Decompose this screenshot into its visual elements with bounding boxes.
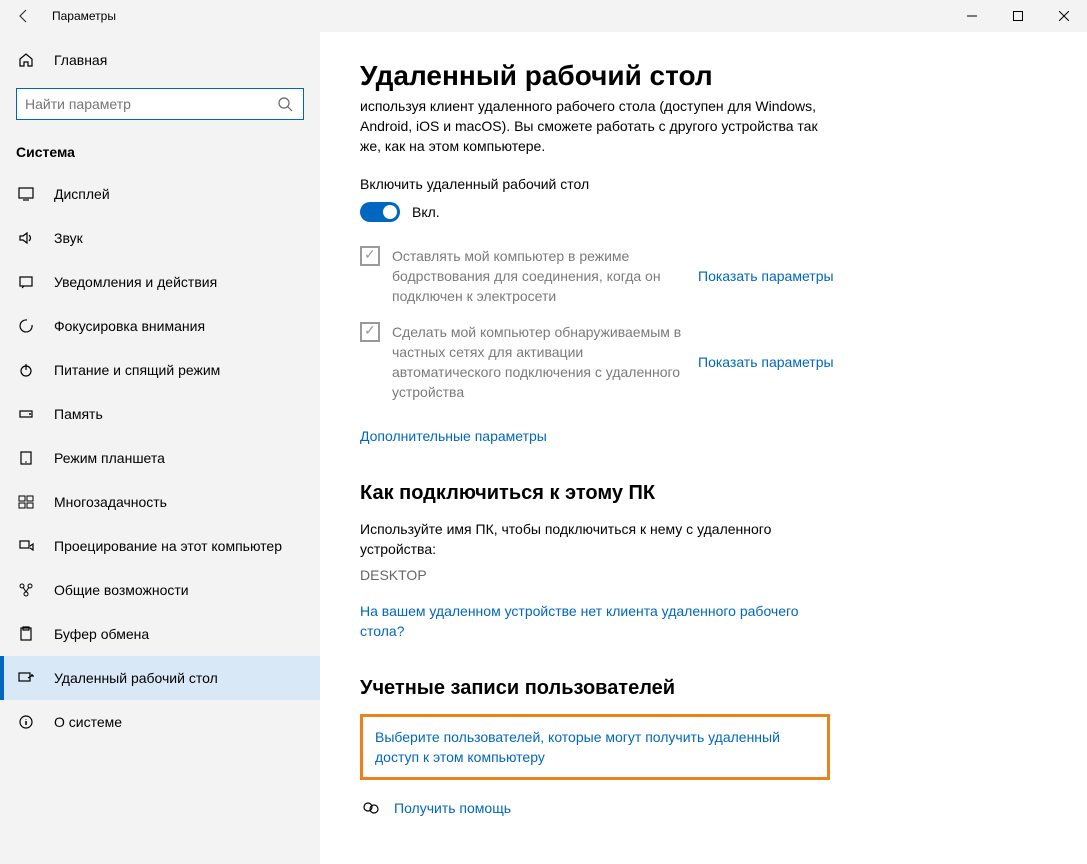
focus-icon <box>16 318 36 334</box>
select-users-highlight: Выберите пользователей, которые могут по… <box>360 714 830 780</box>
sidebar-item-label: Буфер обмена <box>54 626 149 642</box>
sidebar-item-shared[interactable]: Общие возможности <box>0 568 320 612</box>
back-button[interactable] <box>0 0 48 32</box>
sidebar-item-label: Удаленный рабочий стол <box>54 670 218 686</box>
accounts-heading: Учетные записи пользователей <box>360 677 1047 700</box>
sidebar-item-remote-desktop[interactable]: Удаленный рабочий стол <box>0 656 320 700</box>
enable-toggle[interactable] <box>360 202 400 222</box>
sidebar-item-label: Звук <box>54 230 83 246</box>
sidebar-section: Система <box>0 136 320 172</box>
sidebar-item-power[interactable]: Питание и спящий режим <box>0 348 320 392</box>
sidebar-item-tablet[interactable]: Режим планшета <box>0 436 320 480</box>
window-title: Параметры <box>48 9 116 23</box>
titlebar: Параметры <box>0 0 1087 32</box>
tablet-icon <box>16 450 36 466</box>
client-missing-link[interactable]: На вашем удаленном устройстве нет клиент… <box>360 601 820 641</box>
search-input[interactable] <box>25 96 275 112</box>
home-link[interactable]: Главная <box>0 40 320 80</box>
minimize-button[interactable] <box>949 0 995 32</box>
pc-name: DESKTOP <box>360 567 1047 583</box>
select-users-link[interactable]: Выберите пользователей, которые могут по… <box>375 727 815 767</box>
remote-desktop-icon <box>16 670 36 686</box>
advanced-settings-link[interactable]: Дополнительные параметры <box>360 426 547 446</box>
page-title: Удаленный рабочий стол <box>360 60 1047 92</box>
sidebar-item-label: Память <box>54 406 103 422</box>
page-description: используя клиент удаленного рабочего сто… <box>360 96 840 156</box>
sidebar-item-label: Режим планшета <box>54 450 165 466</box>
sidebar-item-label: Фокусировка внимания <box>54 318 205 334</box>
home-label: Главная <box>54 52 107 68</box>
sidebar-item-label: Проецирование на этот компьютер <box>54 538 282 554</box>
home-icon <box>16 52 36 68</box>
shared-icon <box>16 582 36 598</box>
sidebar-item-storage[interactable]: Память <box>0 392 320 436</box>
storage-icon <box>16 406 36 422</box>
discoverable-checkbox[interactable] <box>360 322 380 342</box>
main-content: Удаленный рабочий стол используя клиент … <box>320 32 1087 864</box>
get-help-link[interactable]: Получить помощь <box>394 798 511 818</box>
display-icon <box>16 186 36 202</box>
discoverable-text: Сделать мой компьютер обнаруживаемым в ч… <box>392 322 682 402</box>
sidebar-item-label: Общие возможности <box>54 582 189 598</box>
sidebar-item-label: Уведомления и действия <box>54 274 217 290</box>
about-icon <box>16 714 36 730</box>
sidebar-item-label: Питание и спящий режим <box>54 362 220 378</box>
projecting-icon <box>16 538 36 554</box>
sidebar-item-multitask[interactable]: Многозадачность <box>0 480 320 524</box>
toggle-state-label: Вкл. <box>412 204 440 220</box>
connect-description: Используйте имя ПК, чтобы подключиться к… <box>360 519 840 559</box>
sidebar-item-about[interactable]: О системе <box>0 700 320 744</box>
sidebar-item-focus[interactable]: Фокусировка внимания <box>0 304 320 348</box>
multitask-icon <box>16 494 36 510</box>
sidebar-item-sound[interactable]: Звук <box>0 216 320 260</box>
sidebar-item-label: Дисплей <box>54 186 110 202</box>
sidebar-item-notifications[interactable]: Уведомления и действия <box>0 260 320 304</box>
keep-awake-checkbox[interactable] <box>360 246 380 266</box>
maximize-button[interactable] <box>995 0 1041 32</box>
keep-awake-text: Оставлять мой компьютер в режиме бодрств… <box>392 246 682 306</box>
notifications-icon <box>16 274 36 290</box>
power-icon <box>16 362 36 378</box>
sidebar-item-projecting[interactable]: Проецирование на этот компьютер <box>0 524 320 568</box>
search-box[interactable] <box>16 88 304 120</box>
sidebar-item-label: О системе <box>54 714 122 730</box>
sidebar: Главная Система Дисплей Звук Уведомления… <box>0 32 320 864</box>
sidebar-item-display[interactable]: Дисплей <box>0 172 320 216</box>
close-button[interactable] <box>1041 0 1087 32</box>
enable-label: Включить удаленный рабочий стол <box>360 176 1047 192</box>
help-icon <box>360 799 382 817</box>
connect-heading: Как подключиться к этому ПК <box>360 482 1047 505</box>
search-icon <box>275 96 295 112</box>
sidebar-item-clipboard[interactable]: Буфер обмена <box>0 612 320 656</box>
sidebar-item-label: Многозадачность <box>54 494 167 510</box>
keep-awake-show-settings-link[interactable]: Показать параметры <box>698 268 834 284</box>
clipboard-icon <box>16 626 36 642</box>
discoverable-show-settings-link[interactable]: Показать параметры <box>698 354 834 370</box>
sound-icon <box>16 230 36 246</box>
